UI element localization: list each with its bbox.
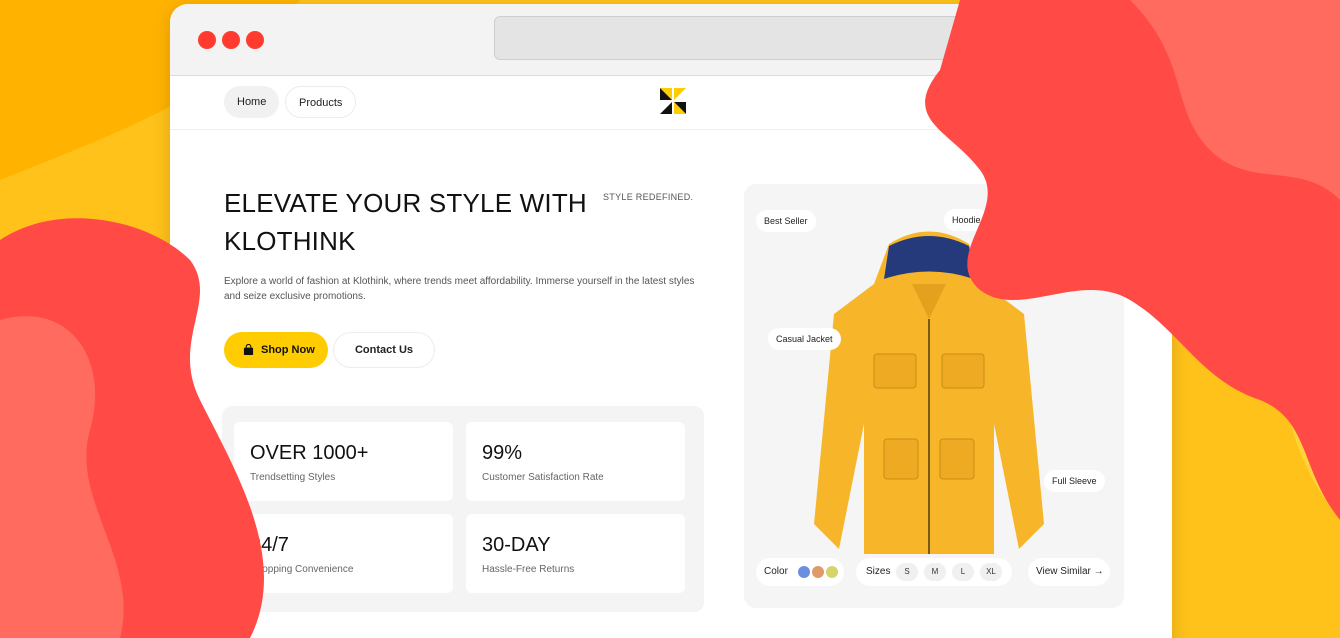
decorative-blobs [0, 0, 1340, 638]
